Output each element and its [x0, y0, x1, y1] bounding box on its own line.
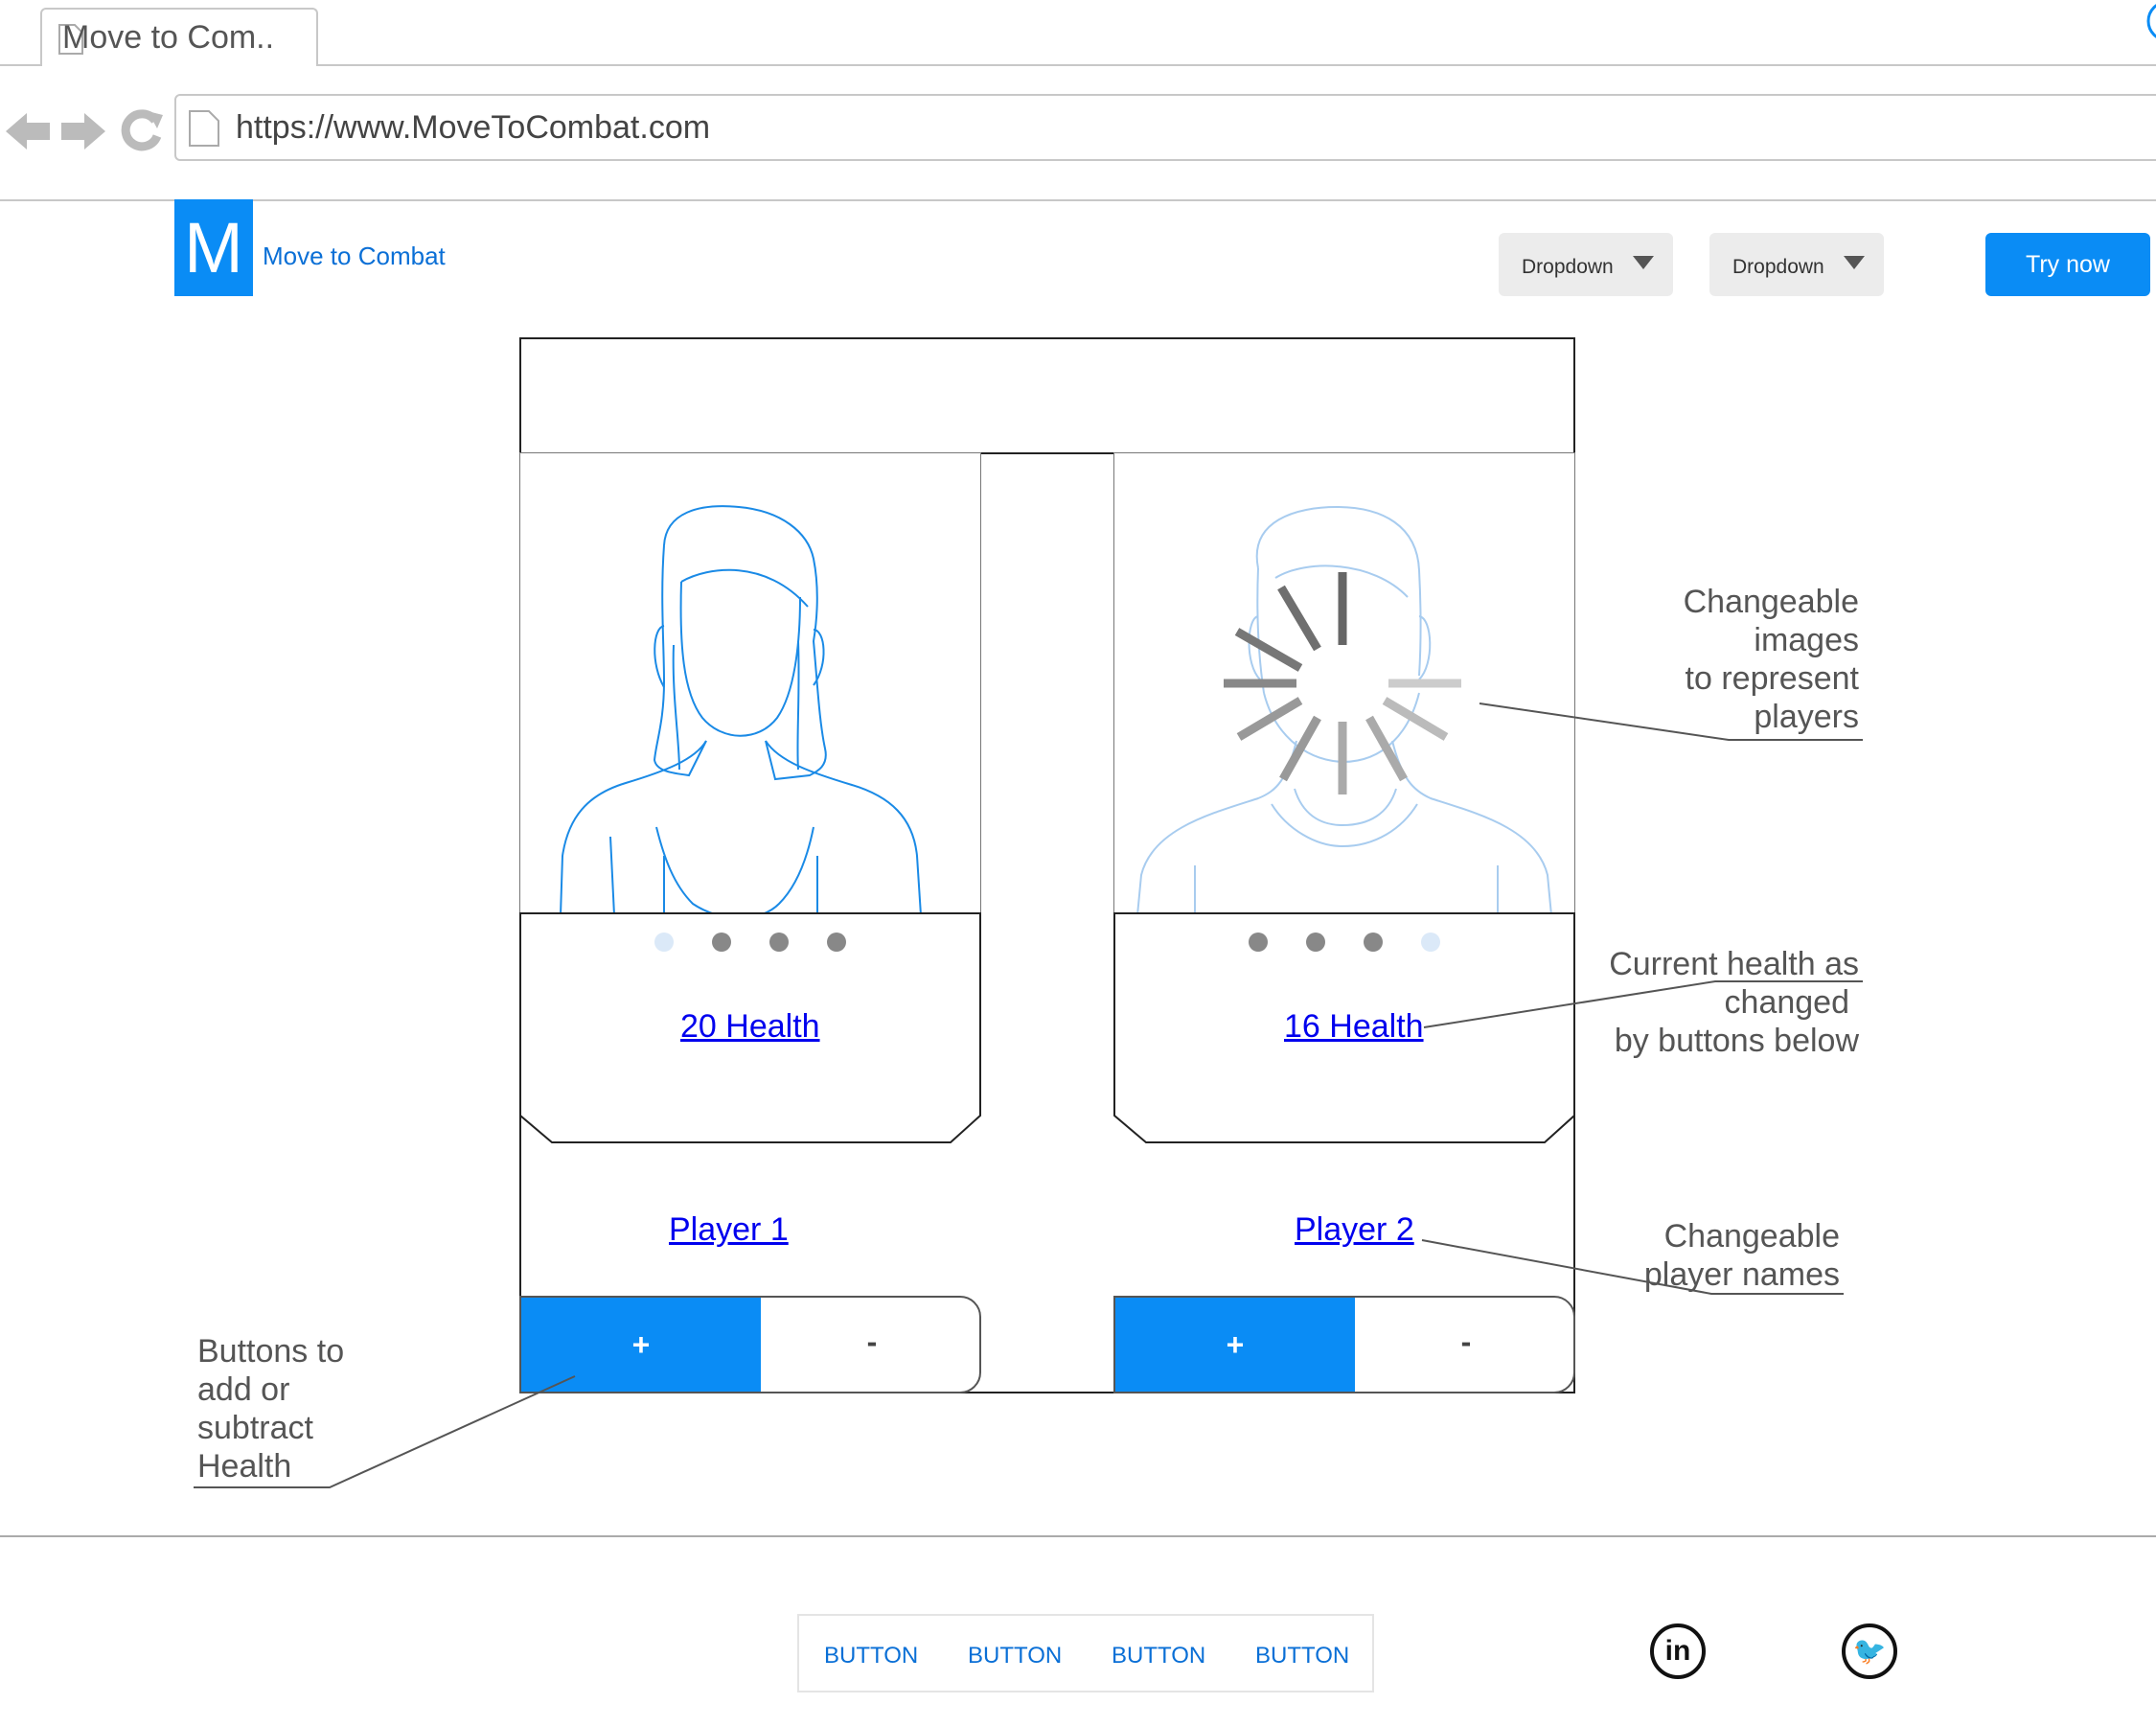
- carousel-dot-active[interactable]: [654, 933, 674, 952]
- reload-icon[interactable]: [119, 107, 165, 153]
- player-1-add-health-button[interactable]: +: [521, 1298, 761, 1392]
- male-avatar-icon: [1136, 505, 1552, 913]
- brand-name[interactable]: Move to Combat: [263, 242, 446, 271]
- carousel-dot[interactable]: [1249, 933, 1268, 952]
- tabstrip-divider: [316, 64, 2156, 66]
- footer-button-1[interactable]: BUTTON: [824, 1643, 918, 1669]
- dropdown-1[interactable]: Dropdown: [1499, 233, 1673, 296]
- player-2-image[interactable]: [1113, 452, 1575, 914]
- chrome-divider: [0, 199, 2156, 201]
- player-2-name[interactable]: Player 2: [1295, 1211, 1414, 1249]
- player-2-add-health-button[interactable]: +: [1115, 1298, 1355, 1392]
- player-2-health[interactable]: 16 Health: [1284, 1008, 1424, 1046]
- url-text: https://www.MoveToCombat.com: [236, 109, 711, 146]
- logo[interactable]: M: [174, 199, 253, 296]
- chevron-down-icon: [1633, 256, 1654, 269]
- dropdown-2[interactable]: Dropdown: [1709, 233, 1884, 296]
- dropdown-label: Dropdown: [1522, 256, 1614, 278]
- tabstrip-divider: [0, 64, 42, 66]
- loading-spinner-icon: [1224, 572, 1461, 794]
- dropdown-label: Dropdown: [1732, 256, 1824, 278]
- footer-nav: BUTTON BUTTON BUTTON BUTTON: [797, 1614, 1374, 1692]
- carousel-dot[interactable]: [1306, 933, 1325, 952]
- carousel-dot-active[interactable]: [1421, 933, 1440, 952]
- player-2-subtract-health-button[interactable]: -: [1355, 1298, 1573, 1392]
- forward-arrow-icon[interactable]: [59, 109, 107, 153]
- player-1-health[interactable]: 20 Health: [680, 1008, 820, 1046]
- carousel-dot[interactable]: [827, 933, 846, 952]
- page-icon: [189, 110, 219, 147]
- footer-button-3[interactable]: BUTTON: [1112, 1643, 1205, 1669]
- linkedin-icon[interactable]: in: [1650, 1623, 1706, 1679]
- annotation-buttons: Buttons to add or subtract Health: [197, 1333, 345, 1485]
- carousel-dot[interactable]: [1364, 933, 1383, 952]
- footer-divider: [0, 1535, 2156, 1537]
- player-1-image[interactable]: [519, 452, 981, 914]
- chevron-down-icon: [1844, 256, 1865, 269]
- player-1-subtract-health-button[interactable]: -: [761, 1298, 979, 1392]
- address-bar[interactable]: https://www.MoveToCombat.com: [174, 94, 2156, 161]
- player-1-controls: + -: [519, 1296, 981, 1393]
- female-avatar-icon: [560, 505, 922, 913]
- annotation-images: Changeable images to represent players: [1683, 584, 1859, 735]
- player-2-controls: + -: [1113, 1296, 1575, 1393]
- try-now-button[interactable]: Try now: [1985, 233, 2150, 296]
- twitter-icon[interactable]: 🐦: [1842, 1623, 1897, 1679]
- footer-button-4[interactable]: BUTTON: [1255, 1643, 1349, 1669]
- annotation-names: Changeable player names: [1643, 1218, 1840, 1293]
- back-arrow-icon[interactable]: [4, 109, 52, 153]
- annotation-health: Current health as changed by buttons bel…: [1609, 946, 1859, 1059]
- carousel-dot[interactable]: [712, 933, 731, 952]
- tab-title: Move to Com..: [62, 19, 275, 56]
- footer-button-2[interactable]: BUTTON: [968, 1643, 1062, 1669]
- carousel-dot[interactable]: [769, 933, 789, 952]
- window-control-icon[interactable]: [2139, 0, 2156, 42]
- player-1-name[interactable]: Player 1: [669, 1211, 789, 1249]
